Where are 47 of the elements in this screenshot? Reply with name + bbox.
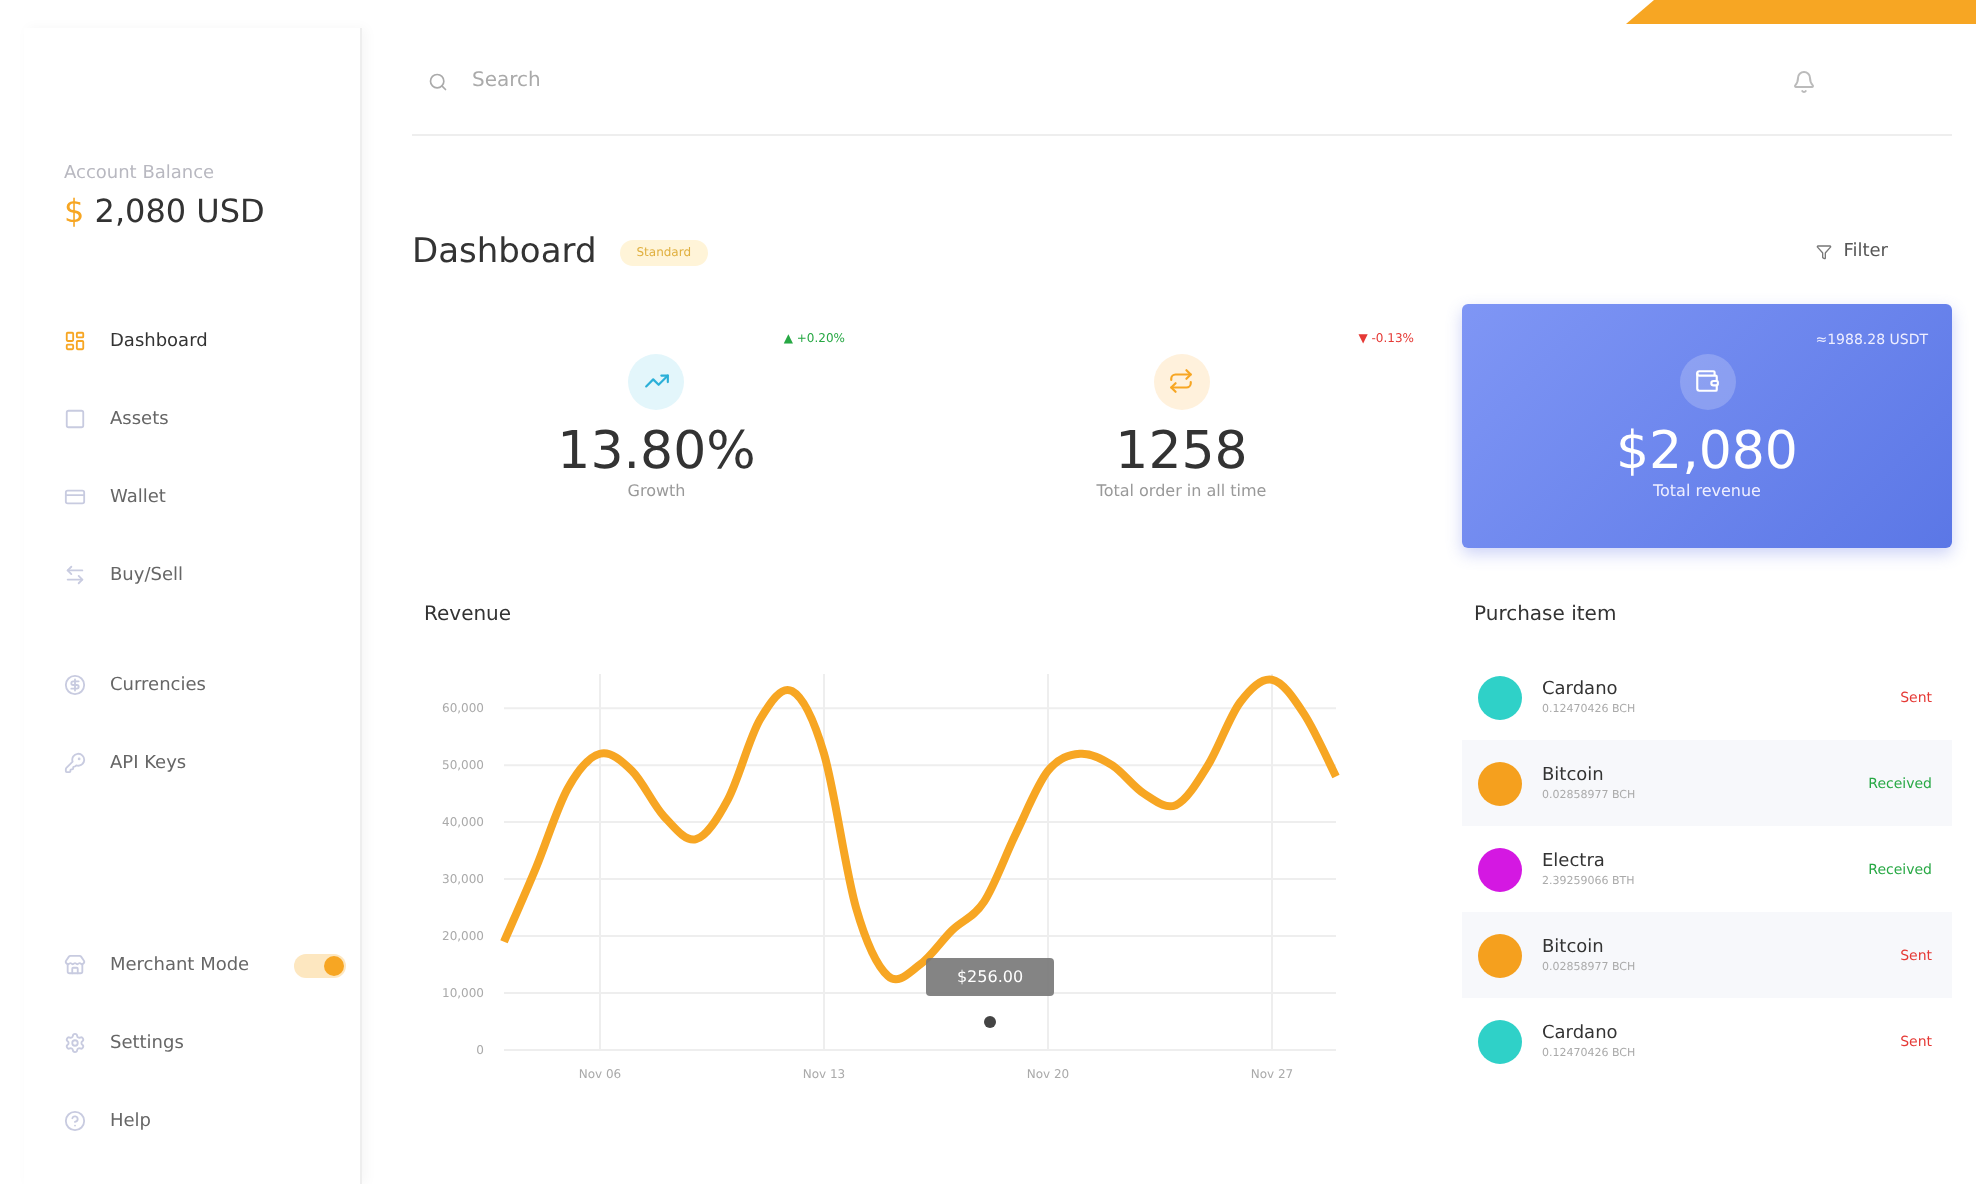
dashboard-icon	[64, 330, 86, 352]
card-icon	[64, 486, 86, 508]
data-point	[984, 1016, 996, 1028]
wallet-icon	[1679, 353, 1735, 409]
coin-icon	[64, 674, 86, 696]
chart-title: Revenue	[424, 604, 514, 626]
balance-value: $ 2,080 USD	[64, 192, 267, 230]
search-icon	[428, 71, 448, 91]
filter-icon	[1815, 244, 1832, 260]
stat-value: 1258	[1115, 421, 1248, 481]
chart-tooltip: $256.00	[926, 958, 1054, 996]
arrows-icon	[64, 564, 86, 586]
arrows-icon	[1153, 353, 1210, 409]
coin-name: Cardano	[1542, 1023, 1620, 1043]
help-icon	[64, 1110, 86, 1132]
coin-name: Cardano	[1542, 679, 1620, 699]
balance-label: Account Balance	[64, 164, 217, 184]
nav-label: Merchant Mode	[110, 955, 250, 975]
nav-item[interactable]: API Keys	[64, 724, 360, 802]
stat-value: 13.80%	[557, 421, 756, 481]
stat-label: Total order in all time	[1096, 481, 1267, 499]
stat-label: Growth	[627, 481, 686, 499]
stat-label: Total revenue	[1653, 481, 1761, 499]
nav-item[interactable]: Settings	[64, 1004, 360, 1082]
page-title: Dashboard	[412, 232, 597, 272]
panel-title: Purchase item	[1474, 604, 1619, 626]
nav-item[interactable]: Buy/Sell	[64, 536, 360, 614]
coin-name: Bitcoin	[1542, 765, 1606, 785]
nav-item[interactable]: Currencies	[64, 646, 360, 724]
nav-label: Settings	[110, 1033, 184, 1053]
nav-item[interactable]: Help	[64, 1082, 360, 1160]
trend-icon	[628, 353, 685, 409]
nav-item[interactable]: Merchant Mode	[64, 926, 360, 1004]
nav-item[interactable]: Dashboard	[64, 302, 360, 380]
nav-label: Help	[110, 1111, 152, 1131]
notification-icon[interactable]	[1792, 69, 1816, 93]
stat-value: $2,080	[1616, 421, 1798, 481]
settings-icon	[64, 1032, 86, 1054]
coin-name: Bitcoin	[1542, 937, 1606, 957]
merchant-toggle[interactable]	[293, 953, 346, 977]
square-icon	[64, 408, 86, 430]
key-icon	[64, 752, 86, 774]
filter-button[interactable]: Filter	[1803, 240, 1900, 264]
nav-item[interactable]: Assets	[64, 380, 360, 458]
store-icon	[64, 954, 86, 976]
coin-name: Electra	[1542, 851, 1607, 871]
nav-item[interactable]: Wallet	[64, 458, 360, 536]
